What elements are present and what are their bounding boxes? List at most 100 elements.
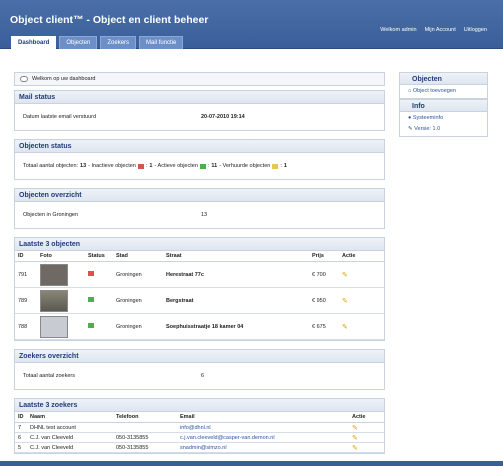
col-id: ID [15,251,37,262]
object-city: Groningen [113,287,163,314]
main-tabs: Dashboard Objecten Zoekers Mail functie [11,36,184,49]
green-flag-icon [88,323,94,328]
red-flag-icon [137,163,144,169]
table-row: 7 DHNL test account info@dhnl.nl ✎ [15,422,384,433]
tab-objecten[interactable]: Objecten [59,36,98,49]
panel-title: Laatste 3 zoekers [15,399,384,412]
object-price: € 950 [309,287,339,314]
penguin-icon: ● [408,115,412,121]
panel-title: Objecten overzicht [15,189,384,202]
object-photo[interactable] [40,263,68,286]
inactive-objects-label: - Inactieve objecten [88,163,136,169]
col-foto: Foto [37,251,85,262]
welcome-message: Welkom op uw dashboard [32,76,96,82]
object-photo[interactable] [40,315,68,338]
edit-pencil-icon[interactable]: ✎ [352,445,358,452]
welcome-bar: Welkom op uw dashboard [14,72,385,86]
mail-status-label: Datum laatste email verstuurd [23,114,97,120]
seeker-id: 6 [15,432,27,443]
table-row: 789 Groningen Bergstraat € 950 ✎ [15,287,384,314]
welcome-user-link[interactable]: Welkom admin [380,27,416,33]
seeker-phone: 050-3135855 [113,442,177,453]
green-flag-icon [88,297,94,302]
table-row: 791 Groningen Herestraat 77c € 700 ✎ [15,261,384,288]
logout-link[interactable]: Uitloggen [464,27,487,33]
col-naam: Naam [27,412,113,423]
seeker-phone [113,422,177,433]
object-street: Bergstraat [163,287,309,314]
object-city: Groningen [113,313,163,340]
tab-zoekers[interactable]: Zoekers [100,36,137,49]
table-row: 6 C.J. van Cleeveld 050-3135855 c.j.van.… [15,432,384,443]
edit-pencil-icon[interactable]: ✎ [342,298,348,305]
objecten-overzicht-panel: Objecten overzicht Objecten in Groningen… [14,188,385,229]
dashboard-main: Welkom op uw dashboard Mail status Datum… [14,72,385,462]
house-icon: ⌂ [408,88,412,94]
app-header: Object client™ - Object en client beheer… [0,0,503,49]
edit-pencil-icon[interactable]: ✎ [342,324,348,331]
rented-objects-label: - Verhuurde objecten [219,163,271,169]
top-links: Welkom admin Mijn Account Uitloggen [380,27,487,33]
edit-pencil-icon[interactable]: ✎ [342,272,348,279]
sidebar-item-systeeminfo[interactable]: ● Systeeminfo [400,113,487,124]
sidebar-item-object-toevoegen[interactable]: ⌂ Object toevoegen [400,86,487,97]
zoekers-overzicht-panel: Zoekers overzicht Totaal aantal zoekers … [14,349,385,390]
table-row: 5 C.J. van Cleeveld 050-3135855 snadmin@… [15,442,384,453]
my-account-link[interactable]: Mijn Account [425,27,456,33]
green-flag-icon [199,163,206,169]
tab-dashboard[interactable]: Dashboard [11,36,57,49]
speech-bubble-icon [20,76,28,82]
app-title: Object client™ - Object en client beheer [10,14,209,26]
pencil-icon: ✎ [408,126,413,132]
col-prijs: Prijs [309,251,339,262]
sidebar: Objecten ⌂ Object toevoegen Info ● Syste… [399,72,488,137]
object-price: € 675 [309,313,339,340]
sidebar-objecten-title: Objecten [399,72,488,85]
panel-title: Zoekers overzicht [15,350,384,363]
objects-city-label: Objecten in Groningen [23,212,79,218]
seeker-email-link[interactable]: info@dhnl.nl [180,425,211,431]
col-status: Status [85,251,113,262]
sidebar-item-versie: ✎ Versie: 1.0 [408,126,441,132]
object-city: Groningen [113,261,163,288]
seeker-id: 7 [15,422,27,433]
col-straat: Straat [163,251,309,262]
panel-title: Objecten status [15,140,384,153]
col-actie: Actie [339,251,384,262]
col-stad: Stad [113,251,163,262]
seeker-name: C.J. van Cleeveld [27,432,113,443]
seekers-total-value: 6 [201,373,205,379]
col-id: ID [15,412,27,423]
seeker-email-link[interactable]: snadmin@simzo.nl [180,445,227,451]
panel-title: Mail status [15,91,384,104]
objecten-status-panel: Objecten status Totaal aantal objecten: … [14,139,385,180]
active-objects-value: 11 [211,163,218,169]
seeker-name: DHNL test account [27,422,113,433]
object-price: € 700 [309,261,339,288]
laatste-zoekers-panel: Laatste 3 zoekers ID Naam Telefoon Email… [14,398,385,454]
seekers-table: ID Naam Telefoon Email Actie 7 DHNL test… [15,412,384,453]
object-id: 788 [15,313,37,340]
objects-table: ID Foto Status Stad Straat Prijs Actie 7… [15,251,384,340]
mail-status-panel: Mail status Datum laatste email verstuur… [14,90,385,131]
object-id: 789 [15,287,37,314]
tab-mail-functie[interactable]: Mail functie [139,36,184,49]
red-flag-icon [88,271,94,276]
object-id: 791 [15,261,37,288]
object-photo[interactable] [40,289,68,312]
total-objects-value: 13 [80,163,87,169]
sidebar-info-title: Info [399,99,488,112]
table-row: 788 Groningen Soephuisstraatje 18 kamer … [15,313,384,340]
objects-city-value: 13 [201,212,208,218]
seeker-email-link[interactable]: c.j.van.cleeveld@casper-van.demon.nl [180,435,275,441]
seeker-name: C.J. van Cleeveld [27,442,113,453]
mail-status-value: 20-07-2010 19:14 [201,114,245,120]
seeker-id: 5 [15,442,27,453]
laatste-objecten-panel: Laatste 3 objecten ID Foto Status Stad S… [14,237,385,341]
total-objects-label: Totaal aantal objecten: [23,163,79,169]
col-actie: Actie [349,412,384,423]
edit-pencil-icon[interactable]: ✎ [352,425,358,432]
panel-title: Laatste 3 objecten [15,238,384,251]
edit-pencil-icon[interactable]: ✎ [352,435,358,442]
object-street: Herestraat 77c [163,261,309,288]
